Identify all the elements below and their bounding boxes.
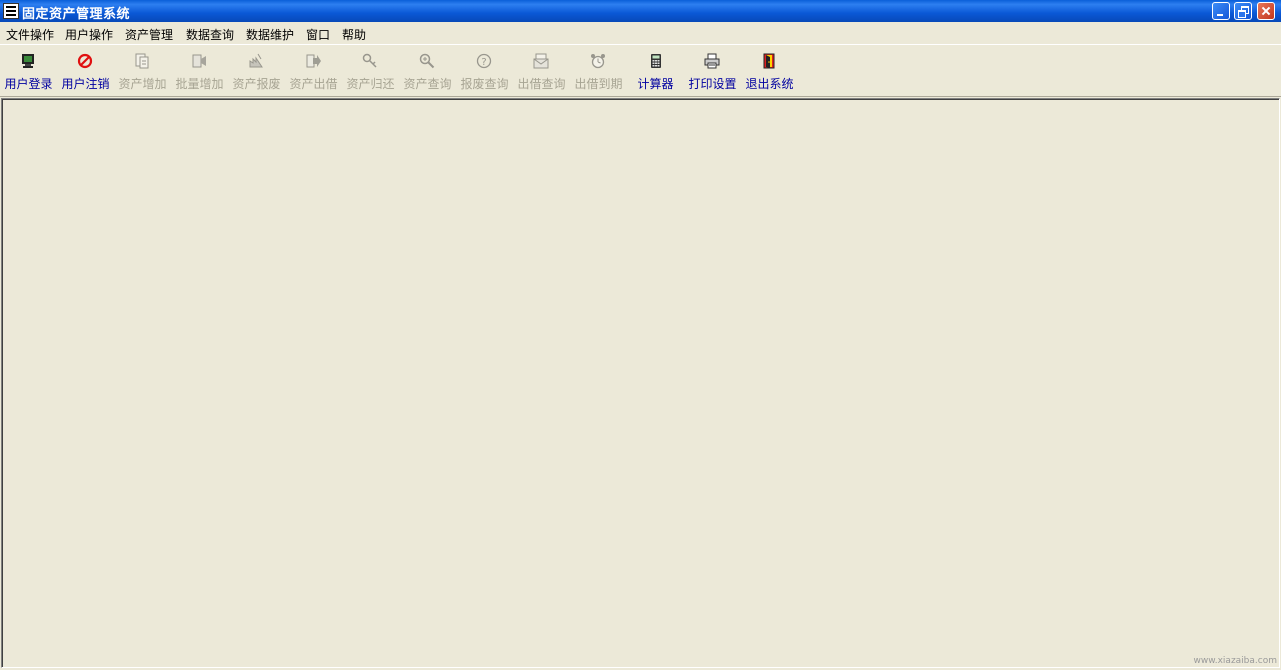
print-setup-label: 打印设置 [688, 77, 737, 91]
title-bar[interactable]: 固定资产管理系统 [0, 0, 1281, 22]
menu-file[interactable]: 文件操作 [6, 26, 54, 43]
no-entry-icon [77, 53, 93, 69]
envelope-icon [533, 53, 549, 69]
minimize-button[interactable] [1212, 2, 1230, 20]
menu-help[interactable]: 帮助 [342, 26, 366, 43]
asset-lend-button[interactable]: 资产出借 [287, 46, 340, 94]
add-document-icon [135, 53, 149, 69]
mdi-workspace[interactable] [1, 98, 1280, 668]
batch-add-label: 批量增加 [175, 77, 224, 91]
return-key-icon [362, 53, 377, 68]
lend-arrow-icon [306, 54, 321, 68]
app-icon[interactable] [3, 3, 19, 19]
menu-query[interactable]: 数据查询 [186, 26, 234, 43]
batch-add-button[interactable]: 批量增加 [173, 46, 226, 94]
asset-scrap-button[interactable]: 资产报废 [230, 46, 283, 94]
svg-text:?: ? [481, 57, 486, 68]
batch-add-icon [192, 54, 206, 68]
menu-user[interactable]: 用户操作 [65, 26, 113, 43]
logout-button[interactable]: 用户注销 [59, 46, 112, 94]
logout-label: 用户注销 [61, 77, 110, 91]
alarm-clock-icon [591, 54, 605, 69]
exit-system-button[interactable]: 退出系统 [743, 46, 796, 94]
exit-system-label: 退出系统 [745, 77, 794, 91]
asset-add-label: 资产增加 [118, 77, 167, 91]
asset-add-button[interactable]: 资产增加 [116, 46, 169, 94]
question-icon: ? [476, 53, 492, 69]
menu-asset[interactable]: 资产管理 [125, 26, 173, 43]
toolbar: 用户登录 用户注销 资产增加 批量增加 资产报废 资产出借 资产归还 资产查询 … [0, 46, 1281, 97]
menu-maintain[interactable]: 数据维护 [246, 26, 294, 43]
calculator-label: 计算器 [637, 77, 674, 91]
login-button[interactable]: 用户登录 [2, 46, 55, 94]
menu-window[interactable]: 窗口 [306, 26, 330, 43]
asset-lend-label: 资产出借 [289, 77, 338, 91]
asset-query-label: 资产查询 [403, 77, 452, 91]
magnifier-icon [419, 53, 435, 69]
lend-due-button[interactable]: 出借到期 [572, 46, 625, 94]
calculator-button[interactable]: 计算器 [633, 46, 678, 94]
printer-icon [704, 53, 720, 69]
asset-scrap-label: 资产报废 [232, 77, 281, 91]
watermark-text: www.xiazaiba.com [1193, 656, 1277, 666]
scrap-query-button[interactable]: ? 报废查询 [458, 46, 511, 94]
lend-query-button[interactable]: 出借查询 [515, 46, 568, 94]
menu-bar: 文件操作 用户操作 资产管理 数据查询 数据维护 窗口 帮助 [0, 22, 1281, 45]
scrap-query-label: 报废查询 [460, 77, 509, 91]
monitor-icon [22, 54, 34, 68]
calculator-icon [651, 54, 661, 68]
window-title: 固定资产管理系统 [22, 7, 131, 22]
scrap-icon [249, 53, 263, 68]
restore-button[interactable] [1234, 2, 1252, 20]
login-label: 用户登录 [4, 77, 53, 91]
asset-query-button[interactable]: 资产查询 [401, 46, 454, 94]
asset-return-button[interactable]: 资产归还 [344, 46, 397, 94]
print-setup-button[interactable]: 打印设置 [686, 46, 739, 94]
lend-query-label: 出借查询 [517, 77, 566, 91]
lend-due-label: 出借到期 [574, 77, 623, 91]
close-button[interactable] [1257, 2, 1275, 20]
asset-return-label: 资产归还 [346, 77, 395, 91]
exit-door-icon [763, 53, 775, 69]
